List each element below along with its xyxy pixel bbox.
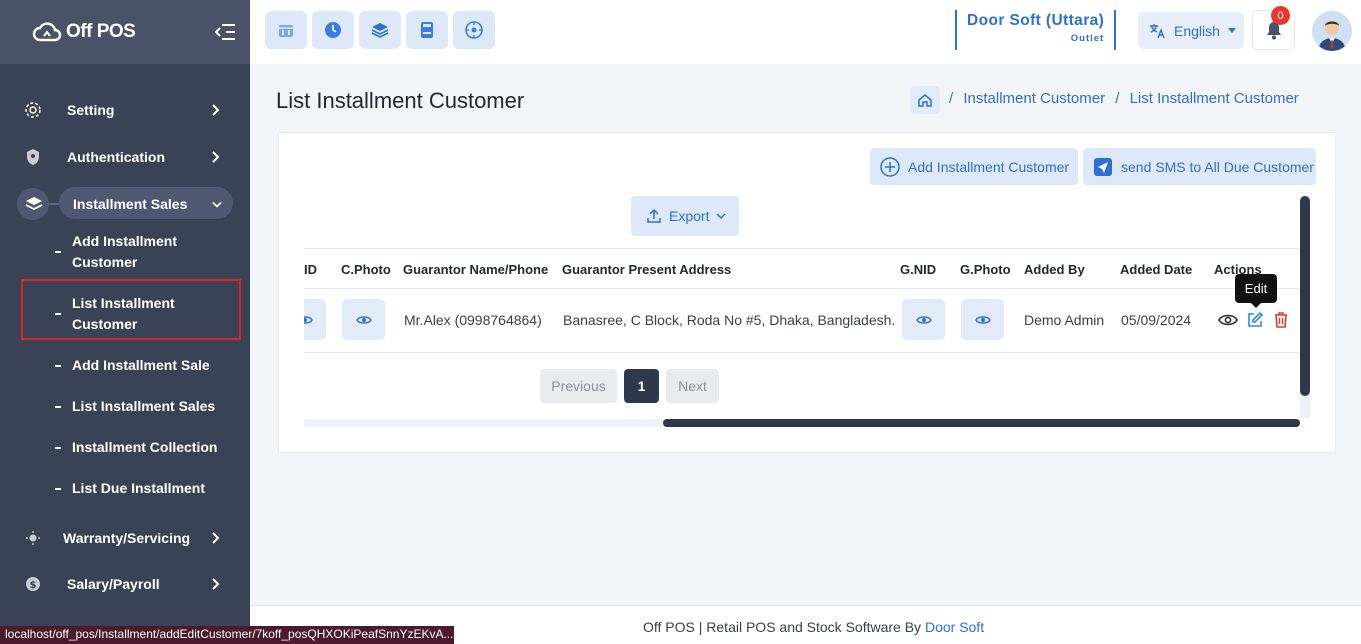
calculator-icon[interactable] <box>406 11 448 49</box>
sidebar-item-label: Authentication <box>67 149 165 165</box>
customer-table: ID C.Photo Guarantor Name/Phone Guaranto… <box>304 248 1300 428</box>
eye-icon <box>915 315 932 324</box>
breadcrumb-current: List Installment Customer <box>1129 90 1299 107</box>
shield-icon <box>24 148 42 166</box>
dollar-icon: $ <box>24 575 42 593</box>
chevron-right-icon <box>212 151 220 163</box>
sidebar-item-label: Setting <box>67 102 115 118</box>
added-date: 05/09/2024 <box>1121 312 1192 328</box>
gear-icon <box>24 101 42 119</box>
column-header: Guarantor Name/Phone <box>403 262 549 277</box>
eye-icon <box>355 315 372 324</box>
logo-text: Off POS <box>66 21 136 42</box>
submenu-label: List Due Installment <box>72 480 206 496</box>
export-button[interactable]: Export <box>631 196 739 236</box>
footer-text: Off POS | Retail POS and Stock Software … <box>643 619 985 635</box>
sidebar-header: Off POS <box>0 0 250 64</box>
chevron-right-icon <box>212 104 220 116</box>
cloud-logo-icon <box>32 22 62 42</box>
pagination-previous[interactable]: Previous <box>540 369 617 403</box>
caret-down-icon <box>1227 27 1236 33</box>
breadcrumb: / Installment Customer / List Installmen… <box>949 90 1299 107</box>
breadcrumb-installment-customer[interactable]: Installment Customer <box>963 90 1105 107</box>
column-header: C.Photo <box>341 262 391 277</box>
sidebar-item-setting[interactable]: Setting <box>0 90 250 130</box>
column-header: G.NID <box>900 262 937 277</box>
layers-icon <box>25 195 43 213</box>
status-bar-url: localhost/off_pos/Installment/addEditCus… <box>0 626 454 644</box>
chevron-down-icon <box>212 201 222 208</box>
company-name: Door Soft (Uttara) <box>967 12 1105 29</box>
page-title: List Installment Customer <box>276 88 525 113</box>
menu-collapse-icon[interactable] <box>214 22 236 42</box>
footer-link[interactable]: Door Soft <box>925 619 984 635</box>
add-button-label: Add Installment Customer <box>908 158 1070 175</box>
sidebar-item-warranty-servicing[interactable]: Warranty/Servicing <box>0 518 250 558</box>
avatar[interactable] <box>1312 11 1352 51</box>
sidebar-item-label: Installment Sales <box>73 196 188 212</box>
bulb-icon <box>24 529 42 547</box>
upload-icon <box>644 206 664 226</box>
chevron-right-icon <box>212 532 220 544</box>
breadcrumb-home[interactable] <box>910 86 940 114</box>
sidebar-item-salary-payroll[interactable]: $ Salary/Payroll <box>0 564 250 604</box>
plus-circle-icon <box>880 156 900 177</box>
guarantor-address: Banasree, C Block, Roda No #5, Dhaka, Ba… <box>563 312 896 328</box>
clock-icon[interactable] <box>312 11 354 49</box>
sidebar-item-authentication[interactable]: Authentication <box>0 137 250 177</box>
sidebar-item-label: Salary/Payroll <box>67 576 160 592</box>
topbar: Door Soft (Uttara) Outlet English 0 <box>250 0 1361 64</box>
column-header: Added Date <box>1120 262 1193 277</box>
svg-text:$: $ <box>30 580 37 591</box>
guarantor-name-phone: Mr.Alex (0998764864) <box>404 312 542 328</box>
language-label: English <box>1174 22 1220 39</box>
language-dropdown[interactable]: English <box>1138 12 1244 49</box>
vertical-scrollbar[interactable] <box>1300 196 1310 396</box>
dashboard-icon[interactable] <box>453 11 495 49</box>
eye-icon <box>974 315 991 324</box>
logo[interactable]: Off POS <box>32 20 136 44</box>
horizontal-scrollbar[interactable] <box>663 419 1300 427</box>
guarantor-nid-button[interactable] <box>902 299 945 340</box>
eye-icon <box>304 315 313 324</box>
submenu-label: Installment Collection <box>72 439 218 455</box>
chevron-right-icon <box>212 578 220 590</box>
customer-photo-button[interactable] <box>342 299 385 340</box>
column-header: Guarantor Present Address <box>562 262 732 277</box>
edit-tooltip: Edit <box>1235 274 1277 308</box>
guarantor-photo-button[interactable] <box>961 299 1004 340</box>
sidebar-item-installment-sales[interactable]: Installment Sales <box>0 184 250 224</box>
column-header: Added By <box>1024 262 1085 277</box>
user-avatar-icon <box>1312 11 1352 51</box>
outlet-label: Outlet <box>1070 33 1105 44</box>
translate-icon <box>1150 23 1165 38</box>
column-header: G.Photo <box>960 262 1011 277</box>
sidebar-item-label: Warranty/Servicing <box>63 530 191 546</box>
submenu-label: List Installment Sales <box>72 398 216 414</box>
nid-view-button[interactable] <box>304 299 326 340</box>
outlet-selector[interactable]: Door Soft (Uttara) Outlet <box>955 10 1117 50</box>
edit-icon[interactable] <box>1245 310 1265 330</box>
submenu-label: Add Installment Customer <box>72 233 178 270</box>
notification-badge: 0 <box>1271 6 1290 25</box>
layers-icon[interactable] <box>359 11 401 49</box>
add-installment-customer-button[interactable]: Add Installment Customer <box>870 148 1078 185</box>
send-sms-button[interactable]: send SMS to All Due Customer <box>1083 148 1316 185</box>
sidebar: Off POS Setting Authentication Installme… <box>0 0 250 644</box>
store-icon[interactable] <box>265 11 307 49</box>
send-icon <box>1093 157 1113 177</box>
chevron-down-icon <box>716 213 726 220</box>
column-header: ID <box>304 262 317 277</box>
pagination-next[interactable]: Next <box>666 369 719 403</box>
export-label: Export <box>669 208 710 224</box>
sms-button-label: send SMS to All Due Customer <box>1121 158 1314 175</box>
selection-highlight <box>21 279 241 340</box>
pagination-page-1[interactable]: 1 <box>624 369 659 403</box>
added-by: Demo Admin <box>1024 312 1105 328</box>
view-icon[interactable] <box>1218 310 1238 330</box>
delete-icon[interactable] <box>1271 310 1291 330</box>
submenu-label: Add Installment Sale <box>72 357 210 373</box>
home-icon <box>918 94 932 107</box>
